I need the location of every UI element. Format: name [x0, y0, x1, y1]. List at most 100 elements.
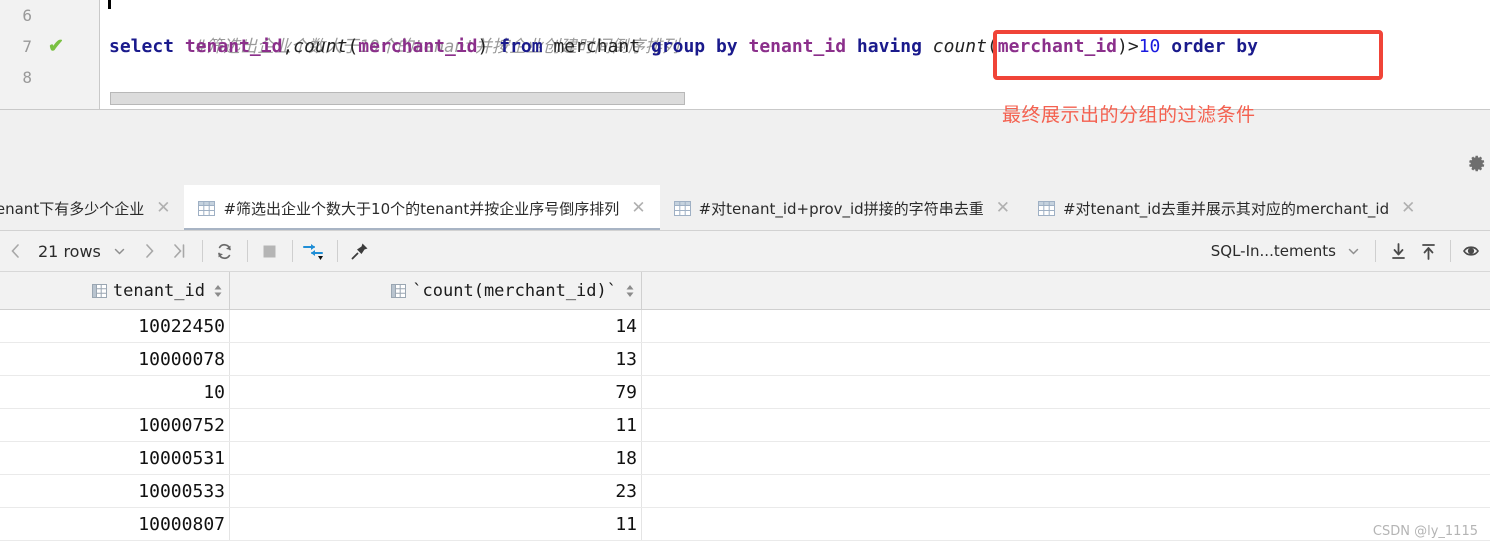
toolbar-divider	[201, 240, 203, 262]
sql-token: tenant_id	[184, 36, 283, 57]
grid-icon	[1037, 200, 1055, 216]
table-row[interactable]: 10000752 11	[0, 409, 1490, 442]
sql-token: merchant_id	[358, 36, 478, 57]
editor-horizontal-scrollbar[interactable]	[110, 92, 685, 105]
close-icon[interactable]: ✕	[631, 199, 645, 217]
cell-count[interactable]: 23	[230, 475, 642, 507]
last-page-icon[interactable]	[165, 231, 195, 272]
sort-icon	[214, 284, 222, 297]
gutter-line[interactable]: 8	[0, 62, 100, 93]
transpose-icon[interactable]	[300, 231, 330, 272]
row-count-label: 21 rows	[38, 241, 101, 261]
cell-count[interactable]: 18	[230, 442, 642, 474]
line-number: 7	[22, 37, 32, 56]
sql-token: )>	[1117, 36, 1139, 57]
sql-token: count	[932, 36, 987, 57]
cell-count[interactable]: 11	[230, 409, 642, 441]
toolbar-right-group[interactable]: SQL-In...tements	[1211, 231, 1490, 272]
cell-tenant-id[interactable]: 10	[0, 376, 230, 408]
result-tab-label: #筛选出企业个数大于10个的tenant并按企业序号倒序排列	[223, 199, 620, 218]
stop-icon[interactable]	[255, 231, 285, 272]
editor-gutter: 6 7 ✔ 8	[0, 0, 100, 110]
sql-token: merchant	[542, 36, 651, 57]
close-icon[interactable]: ✕	[996, 199, 1010, 217]
chevron-down-icon[interactable]	[105, 231, 135, 272]
table-row[interactable]: 10000078 13	[0, 343, 1490, 376]
sql-editor[interactable]: 6 7 ✔ 8 #筛选出企业个数大于10个的tenant并按企业创建时间倒序排列 se…	[0, 0, 1490, 110]
chevron-left-icon[interactable]	[0, 231, 30, 272]
cell-tenant-id[interactable]: 10000078	[0, 343, 230, 375]
sql-token: by	[715, 36, 738, 57]
column-header[interactable]: tenant_id	[0, 272, 230, 309]
chevron-down-icon[interactable]	[1338, 231, 1368, 272]
chevron-right-icon[interactable]	[135, 231, 165, 272]
eye-icon[interactable]	[1458, 231, 1488, 272]
gutter-line[interactable]: 7 ✔	[0, 31, 100, 62]
refresh-icon[interactable]	[210, 231, 240, 272]
sql-token: having	[856, 36, 922, 57]
annotation-label: 最终展示出的分组的过滤条件	[1002, 104, 1256, 126]
cell-count[interactable]: 14	[230, 310, 642, 342]
sql-token: count	[293, 36, 348, 57]
toolbar-divider	[336, 240, 338, 262]
table-row[interactable]: 10000533 23	[0, 475, 1490, 508]
column-header-label: `count(merchant_id)`	[412, 280, 617, 301]
result-tab[interactable]: #对tenant_id去重并展示其对应的merchant_id ✕	[1024, 185, 1429, 230]
result-grid-header: tenant_id `count(merchant_id)`	[0, 272, 1490, 310]
annotation-band	[0, 110, 1490, 185]
toolbar-divider	[1450, 240, 1451, 262]
cell-count[interactable]: 11	[230, 508, 642, 540]
pin-icon[interactable]	[345, 231, 375, 272]
table-row[interactable]: 10 79	[0, 376, 1490, 409]
table-row[interactable]: 10000807 11	[0, 508, 1490, 541]
cell-count[interactable]: 79	[230, 376, 642, 408]
gear-icon[interactable]	[1465, 152, 1487, 174]
upload-icon[interactable]	[1413, 231, 1443, 272]
sql-token: ,	[282, 36, 294, 57]
result-tab-label: #对tenant_id去重并展示其对应的merchant_id	[1062, 199, 1390, 218]
cell-tenant-id[interactable]: 10000531	[0, 442, 230, 474]
cell-tenant-id[interactable]: 10000752	[0, 409, 230, 441]
sql-token: merchant_id	[997, 36, 1118, 57]
sql-token: (	[986, 36, 998, 57]
table-row[interactable]: 10022450 14	[0, 310, 1490, 343]
close-icon[interactable]: ✕	[1401, 199, 1415, 217]
column-header-label: tenant_id	[112, 280, 205, 301]
sql-token: 10	[1138, 36, 1161, 57]
sort-icon	[626, 284, 634, 297]
result-tab[interactable]: #对tenant_id+prov_id拼接的字符串去重 ✕	[660, 185, 1024, 230]
download-icon[interactable]	[1383, 231, 1413, 272]
sql-token: select	[109, 36, 175, 57]
table-row[interactable]: 10000531 18	[0, 442, 1490, 475]
result-grid-body[interactable]: 10022450 14 10000078 13 10 79 10000752 11 100005…	[0, 310, 1490, 541]
result-tab[interactable]: #筛选出企业个数大于10个的tenant并按企业序号倒序排列 ✕	[184, 185, 660, 230]
cell-tenant-id[interactable]: 10022450	[0, 310, 230, 342]
result-tab-strip[interactable]: tenant下有多少个企业 ✕ #筛选出企业个数大于10个的tenant并按企业序号…	[0, 185, 1490, 231]
run-success-check-icon[interactable]: ✔	[48, 37, 64, 56]
sql-token: group	[650, 36, 706, 57]
line-number: 8	[22, 68, 32, 87]
cell-tenant-id[interactable]: 10000533	[0, 475, 230, 507]
gutter-line[interactable]: 6	[0, 0, 100, 31]
result-toolbar[interactable]: 21 rows SQL-In...tements	[0, 231, 1490, 272]
result-grid[interactable]: tenant_id `count(merchant_id)` 10022450 14…	[0, 272, 1490, 545]
column-icon	[91, 283, 107, 298]
sql-token: from	[499, 36, 543, 57]
column-header[interactable]: `count(merchant_id)`	[230, 272, 642, 309]
toolbar-divider	[291, 240, 293, 262]
toolbar-divider	[1375, 240, 1376, 262]
close-icon[interactable]: ✕	[156, 199, 170, 217]
cell-count[interactable]: 13	[230, 343, 642, 375]
column-icon	[391, 283, 407, 298]
result-tab-label: tenant下有多少个企业	[0, 199, 145, 218]
sql-ide-window: 6 7 ✔ 8 #筛选出企业个数大于10个的tenant并按企业创建时间倒序排列 se…	[0, 0, 1490, 545]
line-number: 6	[22, 6, 32, 25]
result-tab[interactable]: tenant下有多少个企业 ✕	[0, 185, 184, 230]
cell-tenant-id[interactable]: 10000807	[0, 508, 230, 540]
sql-statement-line[interactable]: select tenant_id,count(merchant_id) from…	[109, 31, 1258, 62]
sql-token: tenant_id	[748, 36, 847, 57]
